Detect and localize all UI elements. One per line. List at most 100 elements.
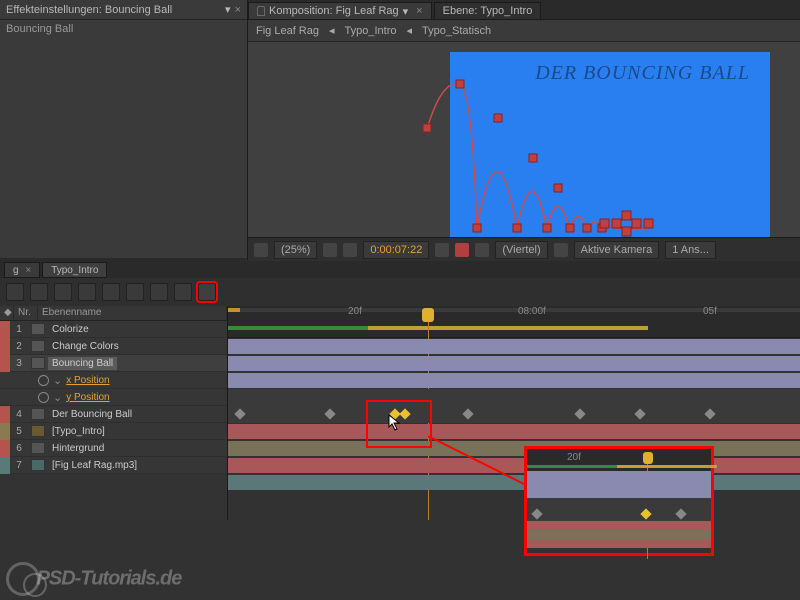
layer-row[interactable]: 3 Bouncing Ball bbox=[0, 355, 227, 372]
effects-title: Effekteinstellungen: Bouncing Ball bbox=[6, 4, 225, 16]
layer-name[interactable]: Hintergrund bbox=[48, 443, 104, 454]
layer-type-icon bbox=[31, 340, 45, 352]
graph-editor-button[interactable] bbox=[198, 283, 216, 301]
breadcrumb-item[interactable]: Fig Leaf Rag bbox=[256, 25, 319, 37]
colormgmt-icon[interactable] bbox=[475, 243, 489, 257]
keyframe[interactable] bbox=[704, 408, 715, 419]
layer-type-icon bbox=[31, 442, 45, 454]
layer-name[interactable]: Der Bouncing Ball bbox=[48, 409, 132, 420]
resolution-icon[interactable] bbox=[323, 243, 337, 257]
layer-color[interactable] bbox=[0, 406, 10, 423]
channels-icon[interactable] bbox=[455, 243, 469, 257]
tool-icon[interactable] bbox=[78, 283, 96, 301]
tab-composition[interactable]: Komposition: Fig Leaf Rag ▾ × bbox=[248, 2, 432, 19]
tool-icon[interactable] bbox=[150, 283, 168, 301]
layer-name[interactable]: Bouncing Ball bbox=[48, 357, 117, 370]
close-icon[interactable]: × bbox=[235, 4, 241, 16]
effects-layer-name[interactable]: Bouncing Ball bbox=[0, 20, 247, 38]
tool-icon[interactable] bbox=[102, 283, 120, 301]
timeline-tabs: g × Typo_Intro bbox=[0, 260, 800, 278]
layer-number: 3 bbox=[10, 358, 28, 369]
chevron-left-icon: ◂ bbox=[407, 24, 413, 37]
nr-column[interactable]: Nr. bbox=[14, 306, 38, 320]
comp-viewer[interactable]: DER BOUNCING BALL bbox=[248, 42, 800, 237]
layer-type-icon bbox=[31, 357, 45, 369]
layer-row[interactable]: 6 Hintergrund bbox=[0, 440, 227, 457]
timeline-tab[interactable]: Typo_Intro bbox=[42, 262, 107, 278]
layer-name[interactable]: [Typo_Intro] bbox=[48, 426, 105, 437]
layer-name[interactable]: Colorize bbox=[48, 324, 89, 335]
layer-type-icon bbox=[31, 323, 45, 335]
close-icon[interactable]: × bbox=[416, 5, 422, 17]
layer-row[interactable]: 7 [Fig Leaf Rag.mp3] bbox=[0, 457, 227, 474]
view-icon[interactable] bbox=[554, 243, 568, 257]
views-dropdown[interactable]: 1 Ans... bbox=[665, 241, 716, 259]
mask-icon[interactable] bbox=[343, 243, 357, 257]
timeline-toolbar bbox=[0, 278, 800, 306]
layer-color[interactable] bbox=[0, 440, 10, 457]
dropdown-icon[interactable]: ▾ bbox=[225, 3, 231, 16]
layer-number: 1 bbox=[10, 324, 28, 335]
lock-icon bbox=[257, 6, 265, 16]
layer-property[interactable]: ⌄x Position bbox=[0, 372, 227, 389]
keyframe[interactable] bbox=[634, 408, 645, 419]
keyframe-selected[interactable] bbox=[399, 408, 410, 419]
composition-panel: Komposition: Fig Leaf Rag ▾ × Ebene: Typ… bbox=[248, 0, 800, 260]
grid-icon[interactable] bbox=[254, 243, 268, 257]
layer-name[interactable]: Change Colors bbox=[48, 341, 119, 352]
layer-row[interactable]: 4 Der Bouncing Ball bbox=[0, 406, 227, 423]
breadcrumb-item[interactable]: Typo_Statisch bbox=[422, 25, 491, 37]
watermark: PSD-Tutorials.de bbox=[6, 562, 181, 596]
layer-panel: ◆ Nr. Ebenenname 1 Colorize 2 Change Col… bbox=[0, 306, 228, 520]
snapshot-icon[interactable] bbox=[435, 243, 449, 257]
cti-playhead[interactable] bbox=[422, 308, 434, 322]
quality-dropdown[interactable]: (Viertel) bbox=[495, 241, 547, 259]
keyframe-selected bbox=[640, 508, 651, 519]
layer-type-icon bbox=[31, 425, 45, 437]
layer-property[interactable]: ⌄y Position bbox=[0, 389, 227, 406]
breadcrumb-item[interactable]: Typo_Intro bbox=[345, 25, 397, 37]
layer-row[interactable]: 2 Change Colors bbox=[0, 338, 227, 355]
tool-icon[interactable] bbox=[126, 283, 144, 301]
keyframe[interactable] bbox=[324, 408, 335, 419]
av-column[interactable]: ◆ bbox=[0, 306, 14, 320]
ruler-tick: 20f bbox=[348, 306, 362, 317]
layer-color[interactable] bbox=[0, 355, 10, 372]
property-name[interactable]: y Position bbox=[66, 392, 109, 403]
keyframe[interactable] bbox=[574, 408, 585, 419]
layer-color[interactable] bbox=[0, 457, 10, 474]
stopwatch-icon[interactable] bbox=[38, 392, 49, 403]
layer-row[interactable]: 5 [Typo_Intro] bbox=[0, 423, 227, 440]
layer-type-icon bbox=[31, 408, 45, 420]
viewer-controls: (25%) 0:00:07:22 (Viertel) Aktive Kamera… bbox=[248, 237, 800, 261]
breadcrumb: Fig Leaf Rag ◂ Typo_Intro ◂ Typo_Statisc… bbox=[248, 20, 800, 42]
time-ruler[interactable]: 20f 08:00f 05f bbox=[228, 306, 800, 338]
keyframe[interactable] bbox=[462, 408, 473, 419]
layer-number: 7 bbox=[10, 460, 28, 471]
cti-playhead bbox=[643, 452, 653, 464]
camera-dropdown[interactable]: Aktive Kamera bbox=[574, 241, 660, 259]
property-name[interactable]: x Position bbox=[66, 375, 109, 386]
tab-layer[interactable]: Ebene: Typo_Intro bbox=[434, 2, 542, 19]
timeline-tab[interactable]: g × bbox=[4, 262, 40, 278]
keyframe[interactable] bbox=[234, 408, 245, 419]
layer-color[interactable] bbox=[0, 321, 10, 338]
layer-color[interactable] bbox=[0, 338, 10, 355]
layer-color[interactable] bbox=[0, 423, 10, 440]
layer-row[interactable]: 1 Colorize bbox=[0, 321, 227, 338]
tool-icon[interactable] bbox=[174, 283, 192, 301]
track-area[interactable]: 20f 08:00f 05f bbox=[228, 306, 800, 520]
tool-icon[interactable] bbox=[6, 283, 24, 301]
timecode[interactable]: 0:00:07:22 bbox=[363, 241, 429, 259]
layer-name[interactable]: [Fig Leaf Rag.mp3] bbox=[48, 460, 137, 471]
stopwatch-icon[interactable] bbox=[38, 375, 49, 386]
layer-number: 4 bbox=[10, 409, 28, 420]
tool-icon[interactable] bbox=[54, 283, 72, 301]
close-icon[interactable]: × bbox=[23, 265, 32, 276]
dropdown-icon[interactable]: ▾ bbox=[403, 5, 409, 18]
zoom-dropdown[interactable]: (25%) bbox=[274, 241, 317, 259]
tool-icon[interactable] bbox=[30, 283, 48, 301]
layer-number: 2 bbox=[10, 341, 28, 352]
name-column[interactable]: Ebenenname bbox=[38, 306, 227, 320]
ruler-tick: 08:00f bbox=[518, 306, 546, 317]
